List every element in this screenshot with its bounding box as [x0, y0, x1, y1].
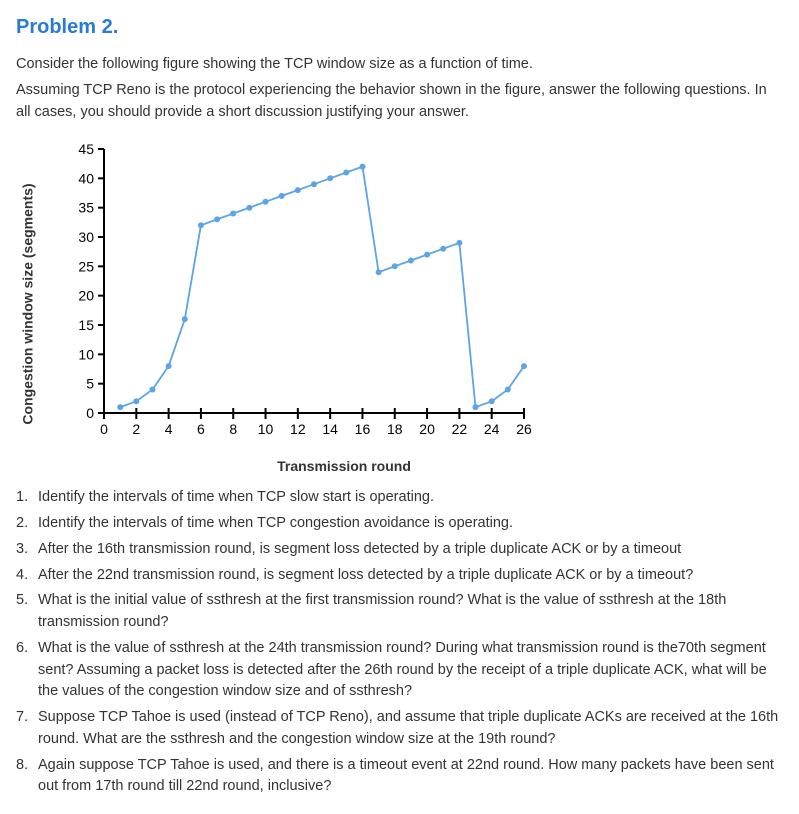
svg-text:0: 0: [100, 421, 108, 437]
svg-text:35: 35: [78, 200, 94, 216]
tcp-cwnd-chart: 0510152025303540450246810121416182022242…: [56, 139, 536, 449]
svg-text:14: 14: [322, 421, 338, 437]
question-item: After the 22nd transmission round, is se…: [16, 565, 783, 587]
svg-text:5: 5: [86, 376, 94, 392]
x-axis-label: Transmission round: [277, 456, 411, 477]
question-item: Identify the intervals of time when TCP …: [16, 487, 783, 509]
svg-text:15: 15: [78, 317, 94, 333]
svg-text:8: 8: [229, 421, 237, 437]
svg-text:16: 16: [355, 421, 371, 437]
intro-block: Consider the following figure showing th…: [16, 54, 783, 123]
problem-title: Problem 2.: [16, 12, 783, 42]
svg-text:4: 4: [165, 421, 173, 437]
chart-container: Congestion window size (segments) 051015…: [56, 139, 536, 469]
question-item: Suppose TCP Tahoe is used (instead of TC…: [16, 707, 783, 751]
intro-line-2: Assuming TCP Reno is the protocol experi…: [16, 80, 783, 124]
svg-text:25: 25: [78, 259, 94, 275]
svg-text:2: 2: [132, 421, 140, 437]
svg-text:24: 24: [484, 421, 500, 437]
svg-text:10: 10: [258, 421, 274, 437]
svg-text:20: 20: [78, 288, 94, 304]
svg-text:0: 0: [86, 405, 94, 421]
svg-text:45: 45: [78, 141, 94, 157]
svg-text:26: 26: [516, 421, 532, 437]
svg-text:18: 18: [387, 421, 403, 437]
question-list: Identify the intervals of time when TCP …: [16, 487, 783, 798]
question-item: What is the value of ssthresh at the 24t…: [16, 638, 783, 703]
question-item: Identify the intervals of time when TCP …: [16, 513, 783, 535]
svg-text:30: 30: [78, 229, 94, 245]
svg-text:20: 20: [419, 421, 435, 437]
svg-text:40: 40: [78, 171, 94, 187]
question-item: Again suppose TCP Tahoe is used, and the…: [16, 755, 783, 799]
question-item: After the 16th transmission round, is se…: [16, 539, 783, 561]
question-item: What is the initial value of ssthresh at…: [16, 590, 783, 634]
y-axis-label: Congestion window size (segments): [18, 184, 39, 425]
svg-text:22: 22: [452, 421, 468, 437]
svg-text:10: 10: [78, 347, 94, 363]
svg-text:6: 6: [197, 421, 205, 437]
intro-line-1: Consider the following figure showing th…: [16, 54, 783, 76]
svg-text:12: 12: [290, 421, 306, 437]
